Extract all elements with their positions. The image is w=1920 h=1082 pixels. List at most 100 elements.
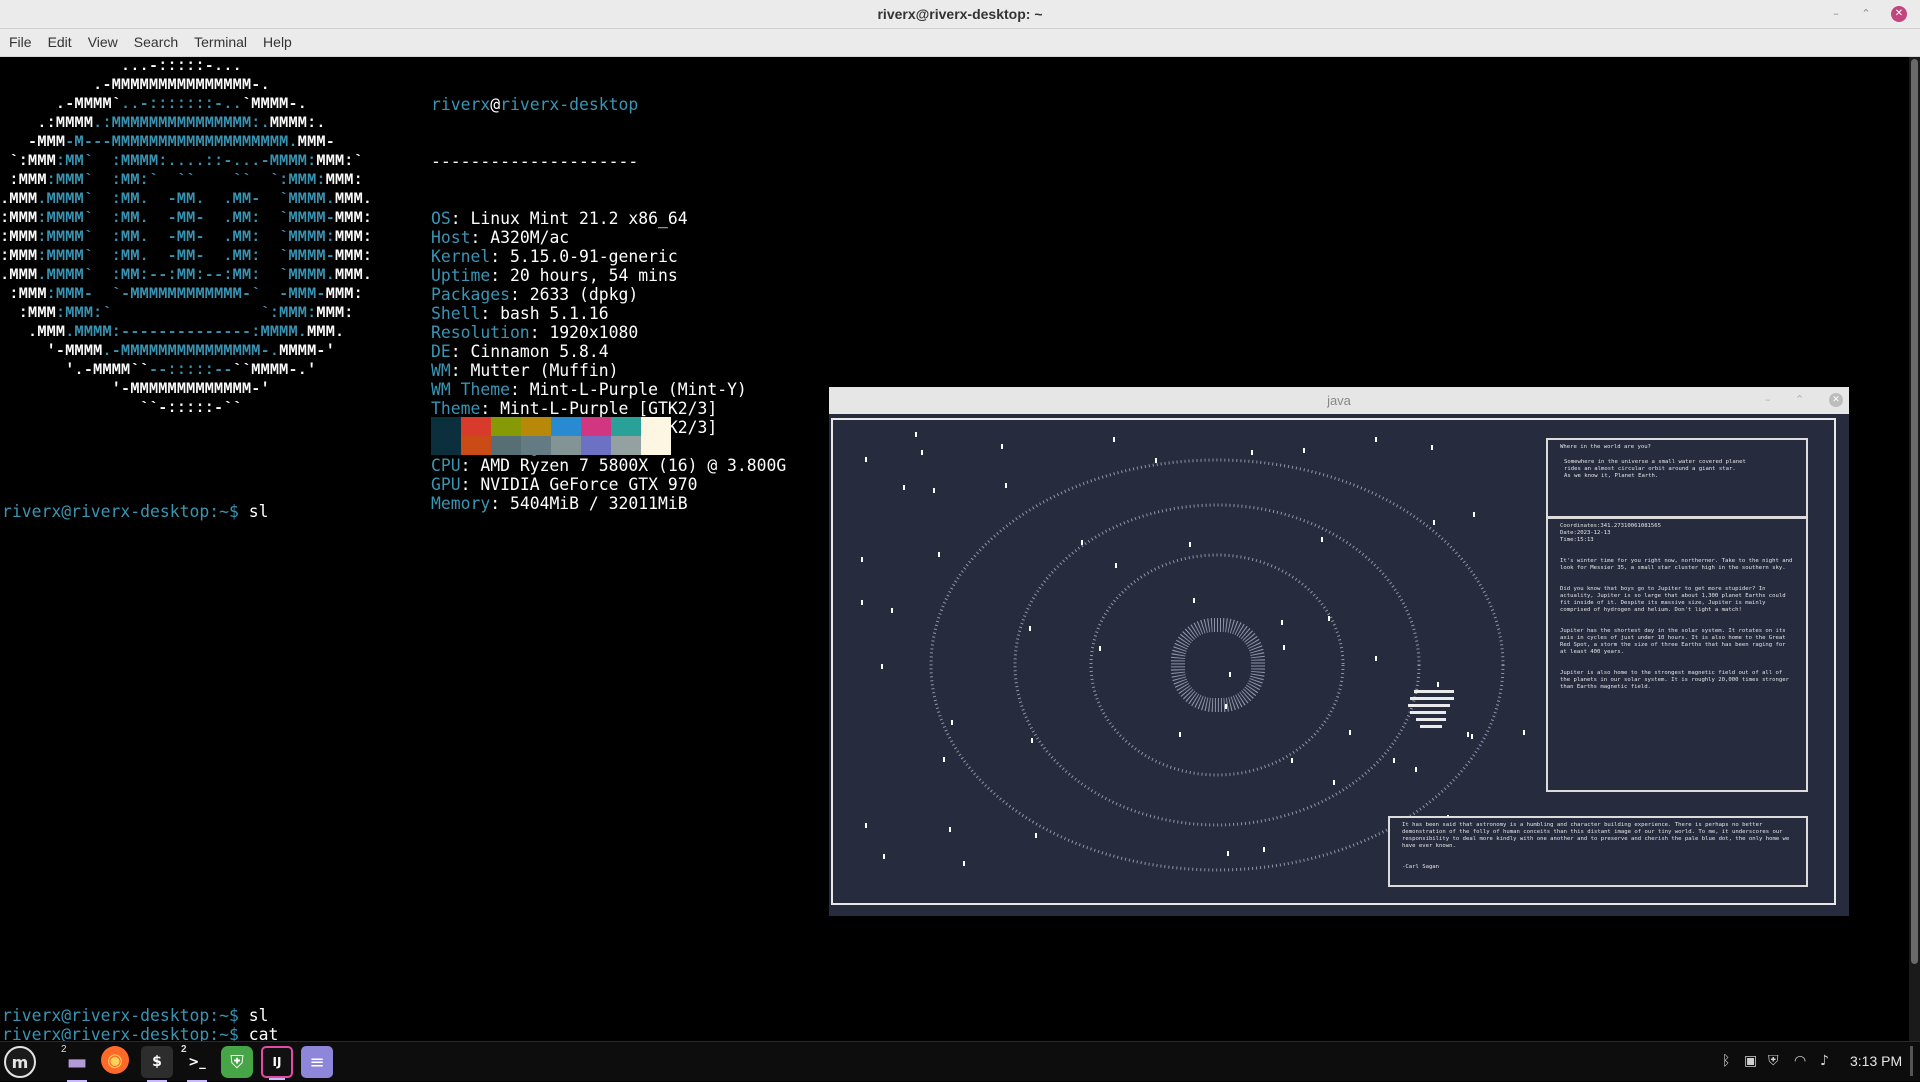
- star: [933, 488, 935, 493]
- star: [1303, 448, 1305, 453]
- clock[interactable]: 3:13 PM: [1850, 1042, 1902, 1081]
- minimize-icon[interactable]: –: [1765, 393, 1771, 406]
- menu-terminal[interactable]: Terminal: [186, 29, 255, 56]
- close-icon[interactable]: ✕: [1891, 6, 1907, 22]
- star: [865, 823, 867, 828]
- bluetooth-icon[interactable]: ᛒ: [1722, 1042, 1730, 1081]
- java-window[interactable]: java – ⌃ ✕ Where in the world are you? So…: [829, 387, 1849, 916]
- fact-paragraph: It's winter time for you right now, nort…: [1560, 558, 1796, 571]
- location-panel: Where in the world are you? Somewhere in …: [1546, 438, 1808, 518]
- color-swatch: [521, 417, 551, 436]
- color-swatch: [431, 417, 461, 436]
- text-editor-icon[interactable]: ≡: [301, 1046, 333, 1078]
- info-key: Resolution: [431, 323, 530, 342]
- date: Date:2023-12-13: [1560, 530, 1611, 536]
- maximize-icon[interactable]: ⌃: [1795, 393, 1804, 406]
- menu-help[interactable]: Help: [255, 29, 300, 56]
- star: [865, 457, 867, 462]
- star: [891, 608, 893, 613]
- info-row: Kernel: 5.15.0-91-generic: [431, 247, 678, 266]
- star: [1035, 833, 1037, 838]
- info-row: Uptime: 20 hours, 54 mins: [431, 266, 678, 285]
- terminal-group-icon[interactable]: 2 >_: [181, 1044, 213, 1082]
- menu-view[interactable]: View: [80, 29, 126, 56]
- close-icon[interactable]: ✕: [1829, 393, 1843, 407]
- star: [1523, 730, 1525, 735]
- info-row: GPU: NVIDIA GeForce GTX 970: [431, 475, 698, 494]
- info-key: Host: [431, 228, 471, 247]
- sound-icon[interactable]: ♪: [1820, 1042, 1829, 1081]
- info-value: Mint-L-Purple [GTK2/3]: [500, 399, 718, 418]
- info-value: 1920x1080: [549, 323, 639, 342]
- window-titlebar: riverx@riverx-desktop: ~ – ⌃ ✕: [0, 0, 1920, 29]
- star: [949, 827, 951, 832]
- info-key: CPU: [431, 456, 461, 475]
- star: [881, 664, 883, 669]
- star: [1467, 732, 1469, 737]
- info-row: WM Theme: Mint-L-Purple (Mint-Y): [431, 380, 747, 399]
- info-key: Theme: [431, 399, 481, 418]
- info-row: Host: A320M/ac: [431, 228, 570, 247]
- panel-title: Where in the world are you?: [1560, 444, 1651, 450]
- star: [1473, 512, 1475, 517]
- info-panel: Coordinates:341.27310061081565 Date:2023-…: [1546, 517, 1808, 792]
- star: [861, 600, 863, 605]
- shield-tray-icon[interactable]: ⛨: [1768, 1042, 1779, 1081]
- menu-edit[interactable]: Edit: [40, 29, 80, 56]
- time: Time:15:13: [1560, 537, 1594, 543]
- star: [1433, 520, 1435, 525]
- star: [1179, 732, 1181, 737]
- space-canvas[interactable]: Where in the world are you? Somewhere in …: [831, 418, 1836, 905]
- show-desktop-button[interactable]: [1910, 1046, 1913, 1076]
- scrollbar-thumb[interactable]: [1911, 59, 1918, 964]
- star: [1263, 847, 1265, 852]
- color-swatch: [491, 417, 521, 436]
- network-icon[interactable]: ◠: [1794, 1042, 1806, 1081]
- info-row: Memory: 5404MiB / 32011MiB: [431, 494, 688, 513]
- quote-panel: It has been said that astronomy is a hum…: [1388, 816, 1808, 887]
- system-info: riverx@riverx-desktop ------------------…: [431, 95, 787, 513]
- star: [1155, 458, 1157, 463]
- star: [1029, 626, 1031, 631]
- star: [1471, 734, 1473, 739]
- terminal-scrollbar[interactable]: [1909, 57, 1920, 1041]
- menu-search[interactable]: Search: [126, 29, 186, 56]
- star: [903, 485, 905, 490]
- info-row: OS: Linux Mint 21.2 x86_64: [431, 209, 688, 228]
- info-separator: ---------------------: [431, 152, 639, 171]
- shield-icon[interactable]: ⛨: [221, 1046, 253, 1078]
- color-swatch: [581, 417, 611, 436]
- star: [1193, 598, 1195, 603]
- mint-menu-icon[interactable]: m: [4, 1046, 36, 1078]
- info-value: bash 5.1.16: [500, 304, 609, 323]
- info-value: Cinnamon 5.8.4: [470, 342, 609, 361]
- info-value: Mutter (Muffin): [470, 361, 619, 380]
- star: [1393, 758, 1395, 763]
- star: [938, 552, 940, 557]
- star: [1113, 437, 1115, 442]
- minimize-icon[interactable]: –: [1828, 6, 1844, 22]
- prompt-line: riverx@riverx-desktop:~$ sl: [2, 502, 269, 521]
- star: [1321, 537, 1323, 542]
- star: [1099, 646, 1101, 651]
- info-user: riverx: [431, 95, 491, 114]
- star: [1283, 645, 1285, 650]
- files-icon[interactable]: 2 ▬: [61, 1044, 93, 1082]
- star: [1225, 704, 1227, 709]
- menu-file[interactable]: File: [0, 29, 40, 56]
- intellij-icon[interactable]: IJ: [261, 1046, 293, 1080]
- terminal-icon[interactable]: $: [141, 1046, 173, 1082]
- info-key: Shell: [431, 304, 481, 323]
- color-swatch: [641, 436, 671, 455]
- window-title: riverx@riverx-desktop: ~: [877, 6, 1043, 22]
- prompt-line: riverx@riverx-desktop:~$ cat: [2, 1025, 279, 1041]
- menubar: File Edit View Search Terminal Help: [0, 29, 1920, 57]
- star: [1251, 450, 1253, 455]
- star: [1333, 780, 1335, 785]
- fact-paragraph: Did you know that boys go to Jupiter to …: [1560, 586, 1790, 613]
- maximize-icon[interactable]: ⌃: [1858, 6, 1874, 22]
- info-row: CPU: AMD Ryzen 7 5800X (16) @ 3.800G: [431, 456, 787, 475]
- color-swatch: [521, 436, 551, 455]
- clipboard-icon[interactable]: ▣: [1744, 1042, 1757, 1081]
- firefox-icon[interactable]: ◉: [101, 1046, 129, 1074]
